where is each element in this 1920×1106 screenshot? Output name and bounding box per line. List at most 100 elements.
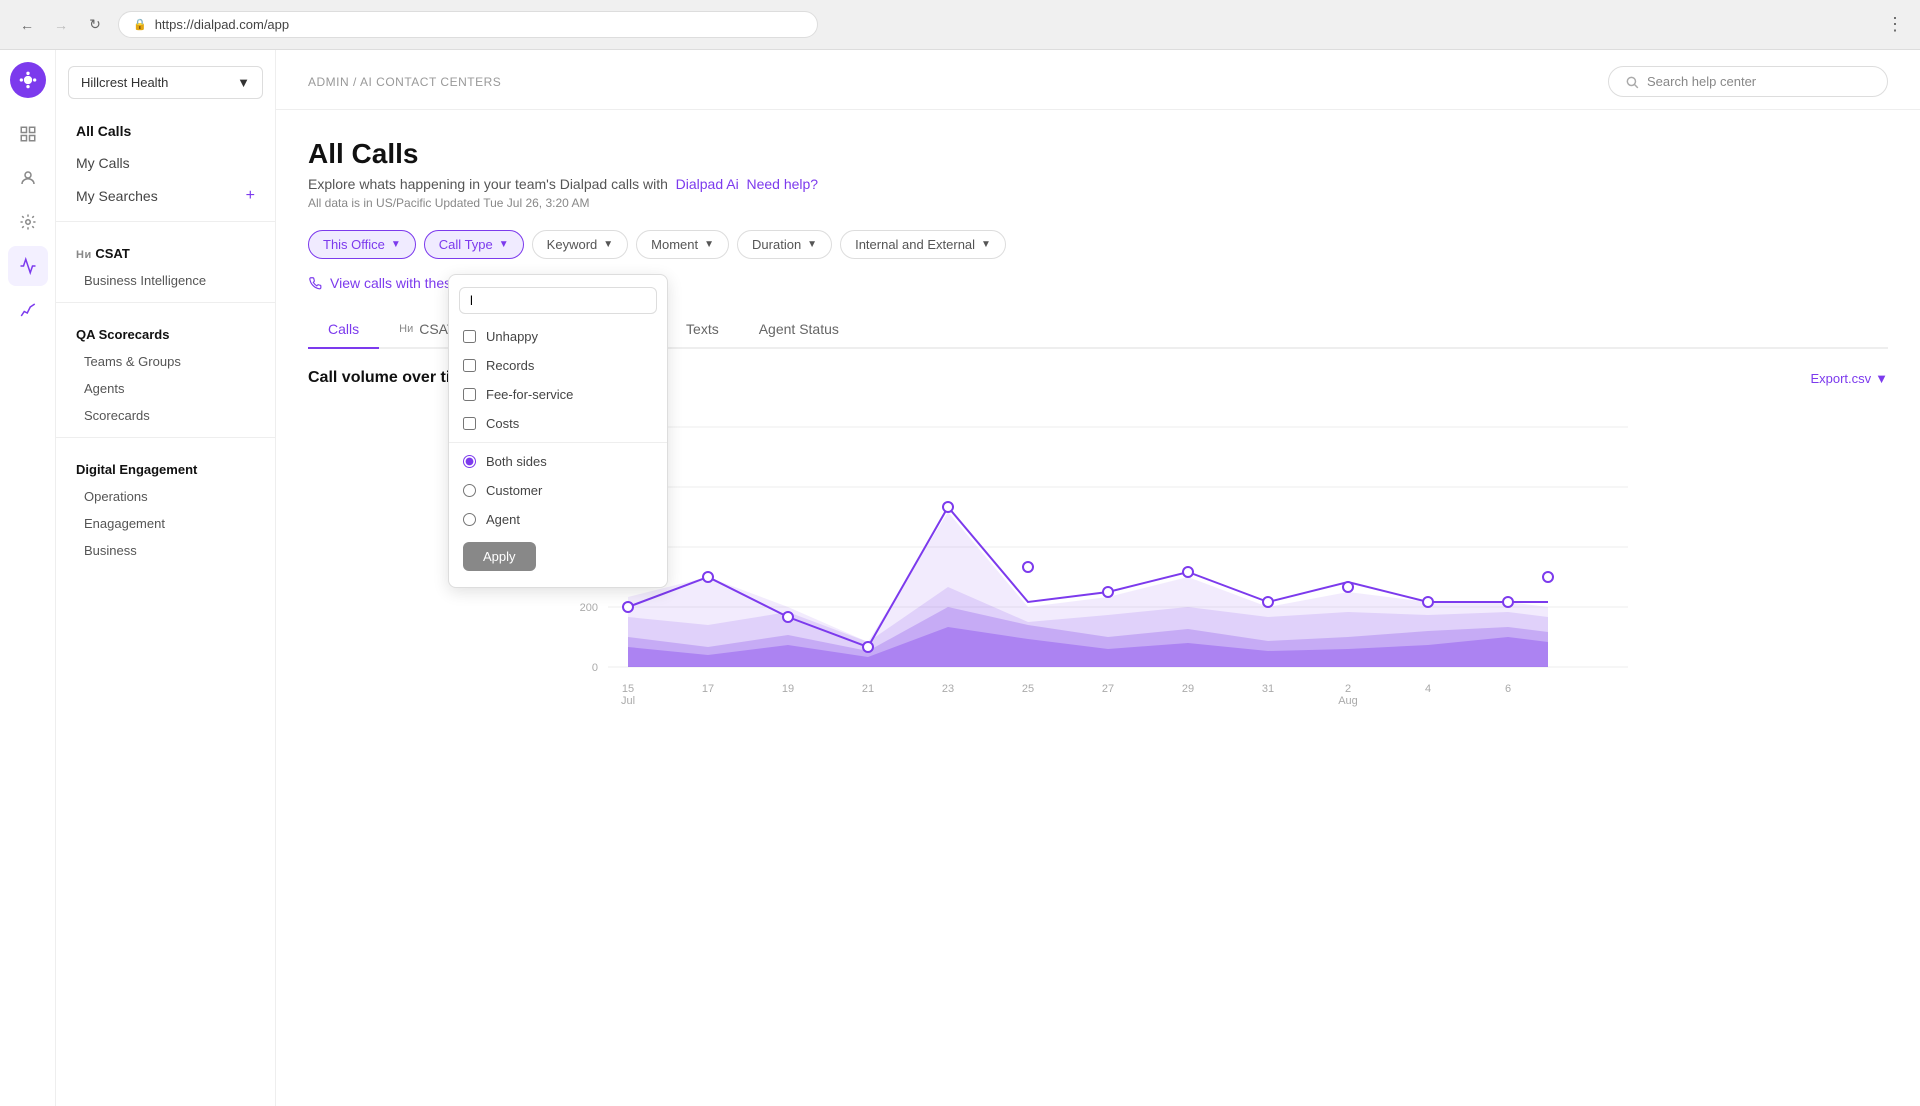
filter-keyword-label: Keyword (547, 237, 598, 252)
person-icon (19, 169, 37, 187)
both-sides-label: Both sides (486, 454, 547, 469)
filter-keyword[interactable]: Keyword ▼ (532, 230, 628, 259)
filter-call-type-label: Call Type (439, 237, 493, 252)
export-csv-button[interactable]: Export.csv ▼ (1810, 371, 1888, 386)
chart-point-6 (1103, 587, 1113, 597)
x-label-27: 27 (1102, 683, 1114, 695)
sidebar-item-all-calls[interactable]: All Calls (56, 115, 275, 147)
browser-menu-button[interactable]: ⋮ (1886, 14, 1904, 35)
records-label: Records (486, 358, 534, 373)
nav-chart-icon[interactable] (8, 290, 48, 330)
qa-scorecards-section-header: QA Scorecards (56, 311, 275, 348)
forward-button[interactable]: → (50, 14, 72, 36)
filter-call-type[interactable]: Call Type ▼ (424, 230, 524, 259)
sidebar-item-operations[interactable]: Operations (56, 483, 275, 510)
lock-icon: 🔒 (133, 18, 147, 31)
filter-moment[interactable]: Moment ▼ (636, 230, 729, 259)
icon-rail (0, 50, 56, 1106)
nav-analytics-icon[interactable] (8, 114, 48, 154)
chevron-down-icon: ▼ (807, 239, 817, 250)
search-icon (1625, 75, 1639, 89)
costs-checkbox[interactable] (463, 417, 476, 430)
sidebar-item-label: My Calls (76, 155, 130, 171)
chart-point-8 (1263, 597, 1273, 607)
org-selector[interactable]: Hillcrest Health ▼ (68, 66, 263, 99)
app-logo[interactable] (10, 62, 46, 98)
filter-internal-external[interactable]: Internal and External ▼ (840, 230, 1006, 259)
dropdown-item-agent[interactable]: Agent (449, 505, 667, 534)
customer-label: Customer (486, 483, 542, 498)
sidebar-item-scorecards[interactable]: Scorecards (56, 402, 275, 429)
breadcrumb: ADMIN / AI CONTACT CENTERS (308, 75, 501, 89)
chevron-down-icon: ▼ (391, 239, 401, 250)
x-label-19: 19 (782, 683, 794, 695)
costs-label: Costs (486, 416, 519, 431)
x-label-6: 6 (1505, 683, 1511, 695)
chart-point-10 (1423, 597, 1433, 607)
sidebar-item-my-searches[interactable]: My Searches + (56, 179, 275, 213)
analytics-icon (19, 125, 37, 143)
dropdown-item-costs[interactable]: Costs (449, 409, 667, 438)
dropdown-item-both-sides[interactable]: Both sides (449, 447, 667, 476)
x-label-jul: Jul (621, 695, 635, 707)
gear-icon (19, 213, 37, 231)
agent-radio[interactable] (463, 513, 476, 526)
add-search-icon[interactable]: + (246, 187, 255, 205)
x-label-4: 4 (1425, 683, 1431, 695)
records-checkbox[interactable] (463, 359, 476, 372)
chart-point-7 (1183, 567, 1193, 577)
apply-button[interactable]: Apply (463, 542, 536, 571)
chevron-down-icon: ▼ (981, 239, 991, 250)
tab-agent-status[interactable]: Agent Status (739, 311, 859, 349)
dialpad-ai-link[interactable]: Dialpad Ai (676, 176, 739, 192)
tab-calls[interactable]: Calls (308, 311, 379, 349)
page-subtitle: Explore whats happening in your team's D… (308, 176, 1888, 192)
csat-section-header: Ни CSAT (56, 230, 275, 267)
x-label-25: 25 (1022, 683, 1034, 695)
dropdown-item-customer[interactable]: Customer (449, 476, 667, 505)
export-csv-label: Export.csv (1810, 371, 1871, 386)
filter-this-office[interactable]: This Office ▼ (308, 230, 416, 259)
need-help-link[interactable]: Need help? (746, 176, 818, 192)
page-content: All Calls Explore whats happening in you… (276, 110, 1920, 758)
customer-radio[interactable] (463, 484, 476, 497)
chart-point-5 (1023, 562, 1033, 572)
filter-moment-label: Moment (651, 237, 698, 252)
x-label-23: 23 (942, 683, 954, 695)
back-button[interactable]: ← (16, 14, 38, 36)
dropdown-search-input[interactable] (459, 287, 657, 314)
search-help-input[interactable]: Search help center (1608, 66, 1888, 97)
fee-for-service-checkbox[interactable] (463, 388, 476, 401)
filter-internal-external-label: Internal and External (855, 237, 975, 252)
dropdown-item-fee-for-service[interactable]: Fee-for-service (449, 380, 667, 409)
sidebar-item-business[interactable]: Business (56, 537, 275, 564)
dropdown-item-unhappy[interactable]: Unhappy (449, 322, 667, 351)
dropdown-item-records[interactable]: Records (449, 351, 667, 380)
chevron-down-icon: ▼ (1875, 371, 1888, 386)
nav-contacts-icon[interactable] (8, 158, 48, 198)
x-label-15: 15 (622, 683, 634, 695)
digital-engagement-section-header: Digital Engagement (56, 446, 275, 483)
unhappy-label: Unhappy (486, 329, 538, 344)
nav-settings-icon[interactable] (8, 202, 48, 242)
both-sides-radio[interactable] (463, 455, 476, 468)
x-label-31: 31 (1262, 683, 1274, 695)
sidebar-item-agents[interactable]: Agents (56, 375, 275, 402)
sidebar-item-engagement[interactable]: Enagagement (56, 510, 275, 537)
sidebar-item-my-calls[interactable]: My Calls (56, 147, 275, 179)
address-bar[interactable]: 🔒 https://dialpad.com/app (118, 11, 818, 38)
search-placeholder-text: Search help center (1647, 74, 1756, 89)
chart-point-9 (1343, 582, 1353, 592)
unhappy-checkbox[interactable] (463, 330, 476, 343)
sidebar-item-business-intelligence[interactable]: Business Intelligence (56, 267, 275, 294)
top-bar: ADMIN / AI CONTACT CENTERS Search help c… (276, 50, 1920, 110)
reload-button[interactable]: ↻ (84, 14, 106, 36)
nav-insights-icon[interactable] (8, 246, 48, 286)
chart-point-12 (1543, 572, 1553, 582)
filter-duration[interactable]: Duration ▼ (737, 230, 832, 259)
tab-texts[interactable]: Texts (666, 311, 739, 349)
insights-icon (19, 257, 37, 275)
chart-point-4 (943, 502, 953, 512)
sidebar-item-teams-groups[interactable]: Teams & Groups (56, 348, 275, 375)
chart-point-11 (1503, 597, 1513, 607)
